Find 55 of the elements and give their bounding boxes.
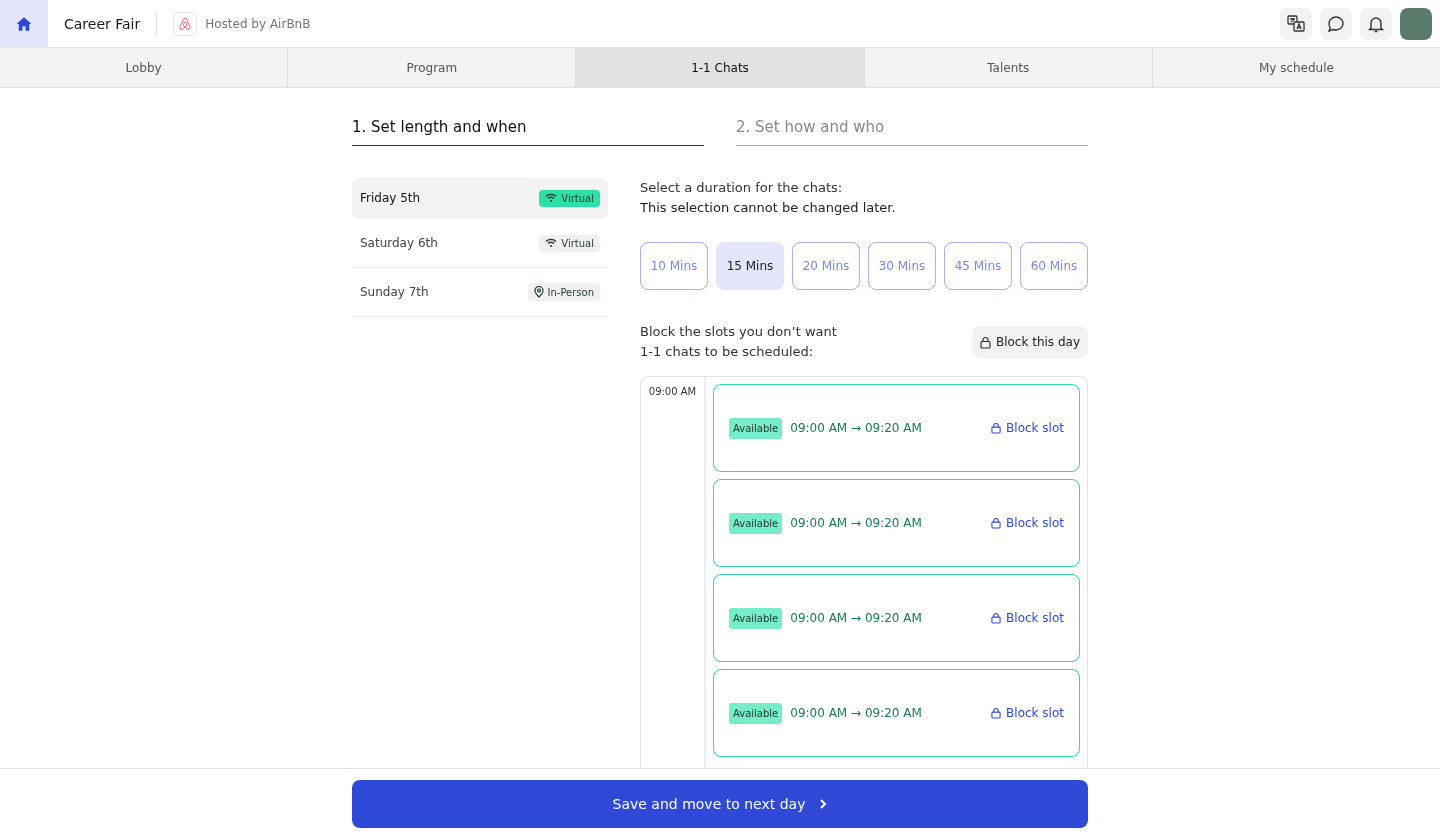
block-slot-link[interactable]: Block slot [991, 421, 1064, 435]
wifi-icon [545, 193, 558, 203]
wifi-icon [545, 238, 558, 248]
nav-tab[interactable]: Lobby [0, 48, 289, 87]
status-badge: Available [729, 417, 783, 439]
notifications-button[interactable] [1360, 7, 1392, 40]
duration-option[interactable]: 15 Mins [716, 242, 784, 290]
block-instruction: Block the slots you don’t want [640, 323, 837, 341]
lock-icon [991, 707, 1002, 719]
duration-prompt: Select a duration for the chats: [640, 179, 844, 197]
status-badge: Available [729, 702, 783, 724]
slot-time: 09:00 AM → 09:20 AM [790, 516, 922, 530]
day-item[interactable]: Friday 5th Virtual [352, 178, 608, 219]
nav-tab[interactable]: My schedule [1152, 48, 1440, 87]
step-tab[interactable]: 2. Set how and who [736, 118, 1088, 146]
status-badge: Available [729, 512, 783, 534]
block-instruction: 1-1 chats to be scheduled: [640, 343, 815, 361]
slot-time: 09:00 AM → 09:20 AM [790, 706, 922, 720]
block-slot-link[interactable]: Block slot [991, 706, 1064, 720]
lock-icon [991, 422, 1002, 434]
status-badge: Available [729, 607, 783, 629]
slot-time: 09:00 AM → 09:20 AM [790, 421, 922, 435]
day-item[interactable]: Saturday 6th Virtual [352, 219, 608, 268]
nav-tab[interactable]: 1-1 Chats [576, 48, 865, 87]
mode-badge: Virtual [539, 189, 600, 207]
mode-badge: Virtual [539, 234, 600, 252]
day-item[interactable]: Sunday 7th In-Person [352, 268, 608, 317]
save-next-button[interactable]: Save and move to next day [352, 780, 1088, 828]
nav-tab[interactable]: Talents [864, 48, 1153, 87]
user-avatar[interactable] [1400, 7, 1432, 40]
lock-icon [991, 612, 1002, 624]
nav-tab[interactable]: Program [288, 48, 577, 87]
location-pin-icon [533, 286, 544, 298]
block-day-button[interactable]: Block this day [971, 326, 1088, 358]
host-logo-icon [173, 11, 198, 36]
day-label: Sunday 7th [360, 285, 429, 299]
chat-icon [1326, 13, 1346, 34]
block-slot-link[interactable]: Block slot [991, 516, 1064, 530]
translate-icon [1286, 13, 1306, 34]
block-slot-link[interactable]: Block slot [991, 611, 1064, 625]
step-tab[interactable]: 1. Set length and when [352, 118, 704, 146]
duration-note: This selection cannot be changed later. [640, 199, 897, 217]
day-label: Friday 5th [360, 191, 421, 205]
day-label: Saturday 6th [360, 236, 438, 250]
lock-icon [979, 335, 991, 349]
lock-icon [991, 517, 1002, 529]
translate-button[interactable] [1280, 7, 1312, 40]
host-label: Hosted by AirBnB [205, 16, 311, 31]
slot-time: 09:00 AM → 09:20 AM [790, 611, 922, 625]
mode-badge: In-Person [527, 283, 600, 301]
hour-label: 09:00 AM [648, 386, 697, 397]
chat-button[interactable] [1320, 7, 1352, 40]
chevron-right-icon [819, 798, 828, 810]
event-title: Career Fair [64, 15, 141, 32]
home-button[interactable] [0, 0, 48, 47]
